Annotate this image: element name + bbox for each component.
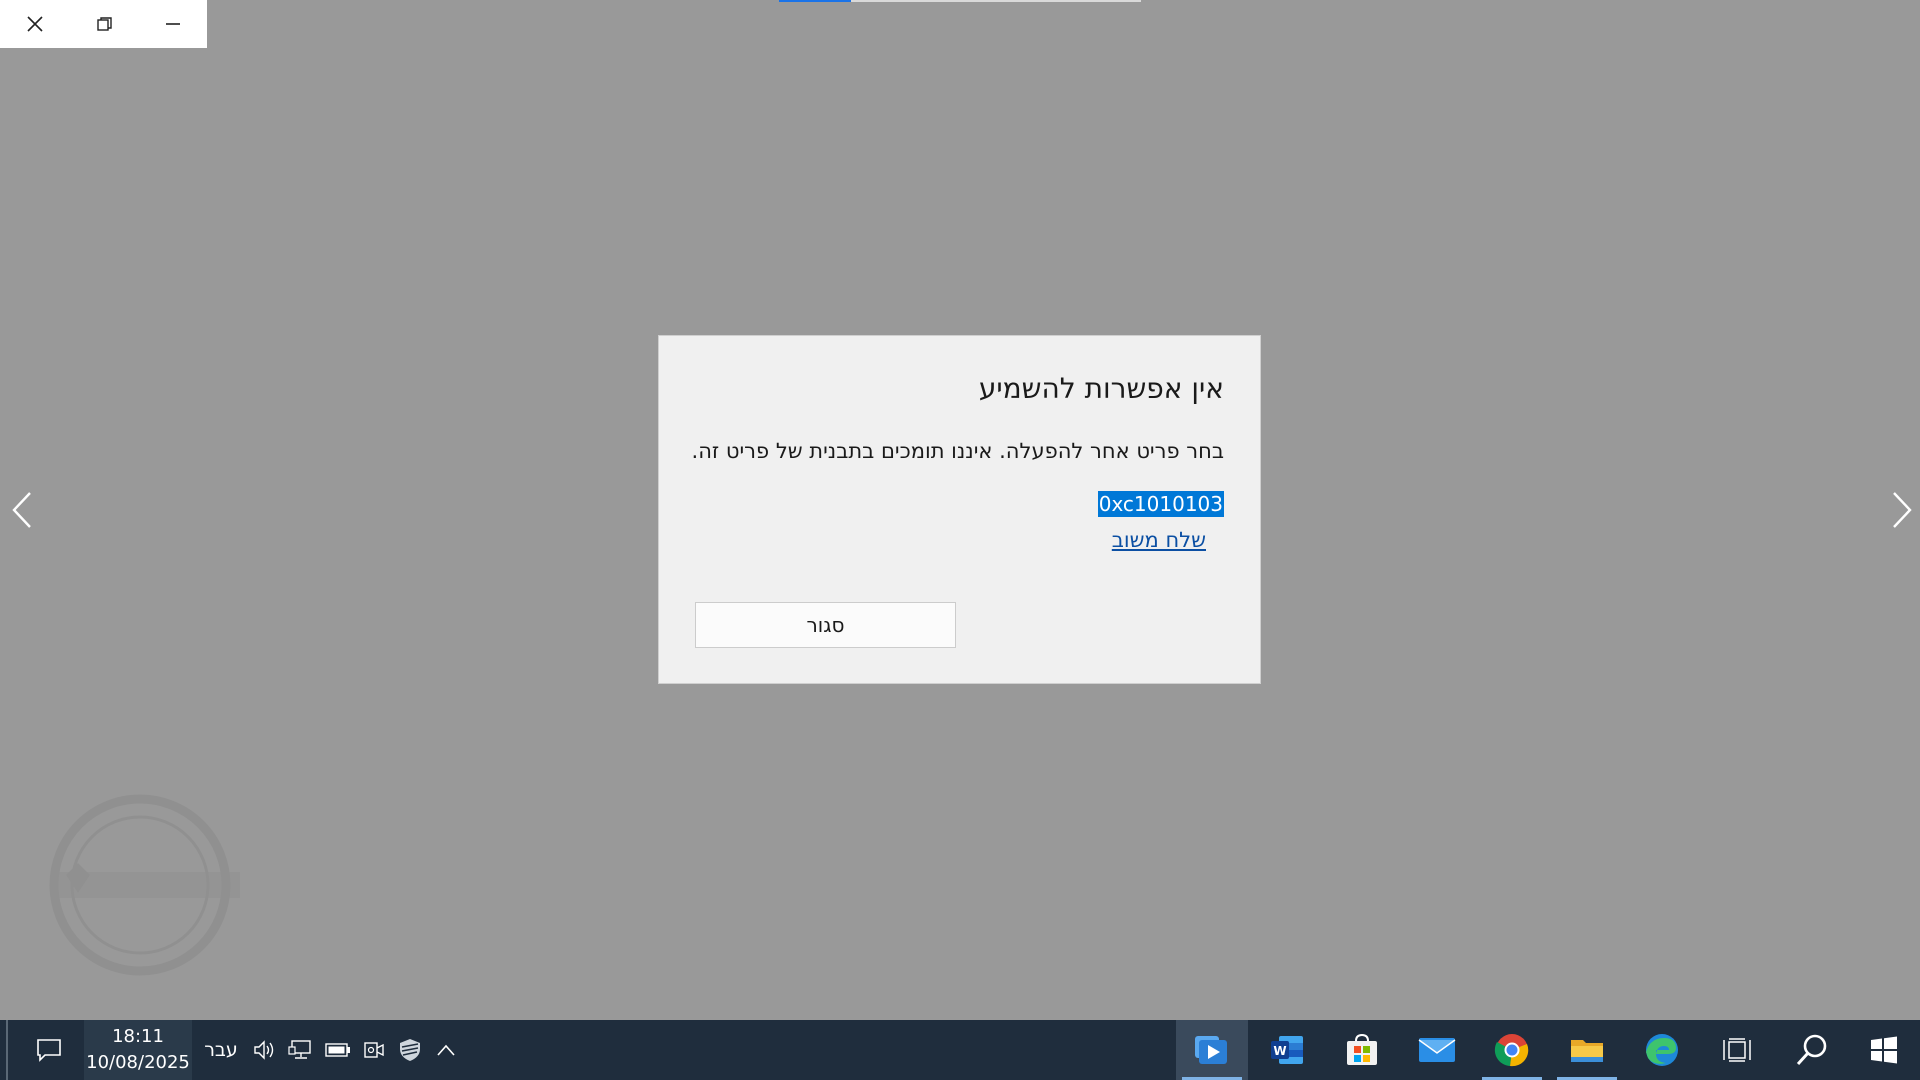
taskbar-app-chrome[interactable] [1476, 1020, 1548, 1080]
watermark-stamp-icon [49, 794, 240, 976]
chevron-right-icon [1893, 492, 1912, 528]
chrome-icon [1494, 1034, 1529, 1067]
close-dialog-button[interactable]: סגור [695, 602, 956, 648]
watermark-logo [40, 793, 250, 978]
notification-icon [37, 1039, 61, 1062]
taskbar-app-file-explorer[interactable] [1551, 1020, 1623, 1080]
taskbar-app-mail[interactable] [1401, 1020, 1473, 1080]
minimize-icon [165, 23, 180, 25]
taskbar-task-view-button[interactable] [1701, 1020, 1773, 1080]
volume-icon [254, 1040, 274, 1060]
error-code[interactable]: 0xc1010103 [1097, 491, 1224, 517]
svg-text:W: W [1273, 1044, 1286, 1058]
word-icon: W [1271, 1036, 1303, 1064]
action-center-button[interactable] [14, 1020, 84, 1080]
tray-volume[interactable] [248, 1020, 282, 1080]
chevron-up-icon [437, 1044, 455, 1056]
tray-network[interactable] [284, 1020, 318, 1080]
minimize-window-button[interactable] [138, 0, 207, 48]
meet-now-icon [364, 1042, 384, 1058]
playback-progress-bar[interactable] [779, 0, 1141, 2]
input-language-indicator[interactable]: עבר [198, 1020, 244, 1080]
window-controls [0, 0, 207, 48]
folder-icon [1571, 1040, 1603, 1062]
taskbar-app-media-player[interactable] [1176, 1020, 1248, 1080]
taskbar-search-button[interactable] [1776, 1020, 1848, 1080]
tray-meet-now[interactable] [357, 1020, 391, 1080]
clock-date: 10/08/2025 [86, 1052, 190, 1073]
restore-window-button[interactable] [69, 0, 138, 48]
battery-icon [325, 1043, 350, 1057]
clock[interactable]: 18:11 10/08/2025 [84, 1020, 192, 1080]
dialog-message: בחר פריט אחר להפעלה. איננו תומכים בתבנית… [691, 439, 1224, 463]
dialog-title: אין אפשרות להשמיע [978, 372, 1224, 405]
taskbar: 18:11 10/08/2025 עבר W [0, 1020, 1920, 1080]
close-icon [26, 16, 43, 32]
security-shield-icon [400, 1039, 420, 1061]
taskbar-app-word[interactable]: W [1251, 1020, 1323, 1080]
playback-progress-fill [779, 0, 852, 2]
media-player-icon [1195, 1036, 1227, 1064]
show-desktop-edge[interactable] [6, 1020, 8, 1080]
close-window-button[interactable] [0, 0, 69, 48]
chevron-left-icon [12, 492, 31, 528]
store-icon [1347, 1033, 1377, 1065]
edge-icon [1646, 1034, 1678, 1066]
send-feedback-link[interactable]: שלח משוב [1112, 528, 1206, 552]
taskbar-app-edge[interactable] [1626, 1020, 1698, 1080]
tray-battery[interactable] [321, 1020, 355, 1080]
restore-icon [96, 17, 112, 31]
mail-icon [1418, 1038, 1456, 1062]
search-icon [1796, 1034, 1827, 1066]
clock-time: 18:11 [112, 1026, 164, 1047]
next-item-button[interactable] [1884, 490, 1920, 530]
task-view-icon [1723, 1038, 1751, 1062]
error-dialog: אין אפשרות להשמיע בחר פריט אחר להפעלה. א… [658, 335, 1261, 684]
tray-overflow-button[interactable] [429, 1020, 463, 1080]
previous-item-button[interactable] [4, 490, 40, 530]
tray-security[interactable] [393, 1020, 427, 1080]
start-button[interactable] [1848, 1020, 1920, 1080]
network-icon [288, 1040, 311, 1059]
taskbar-app-store[interactable] [1326, 1020, 1398, 1080]
windows-logo-icon [1871, 1036, 1897, 1064]
